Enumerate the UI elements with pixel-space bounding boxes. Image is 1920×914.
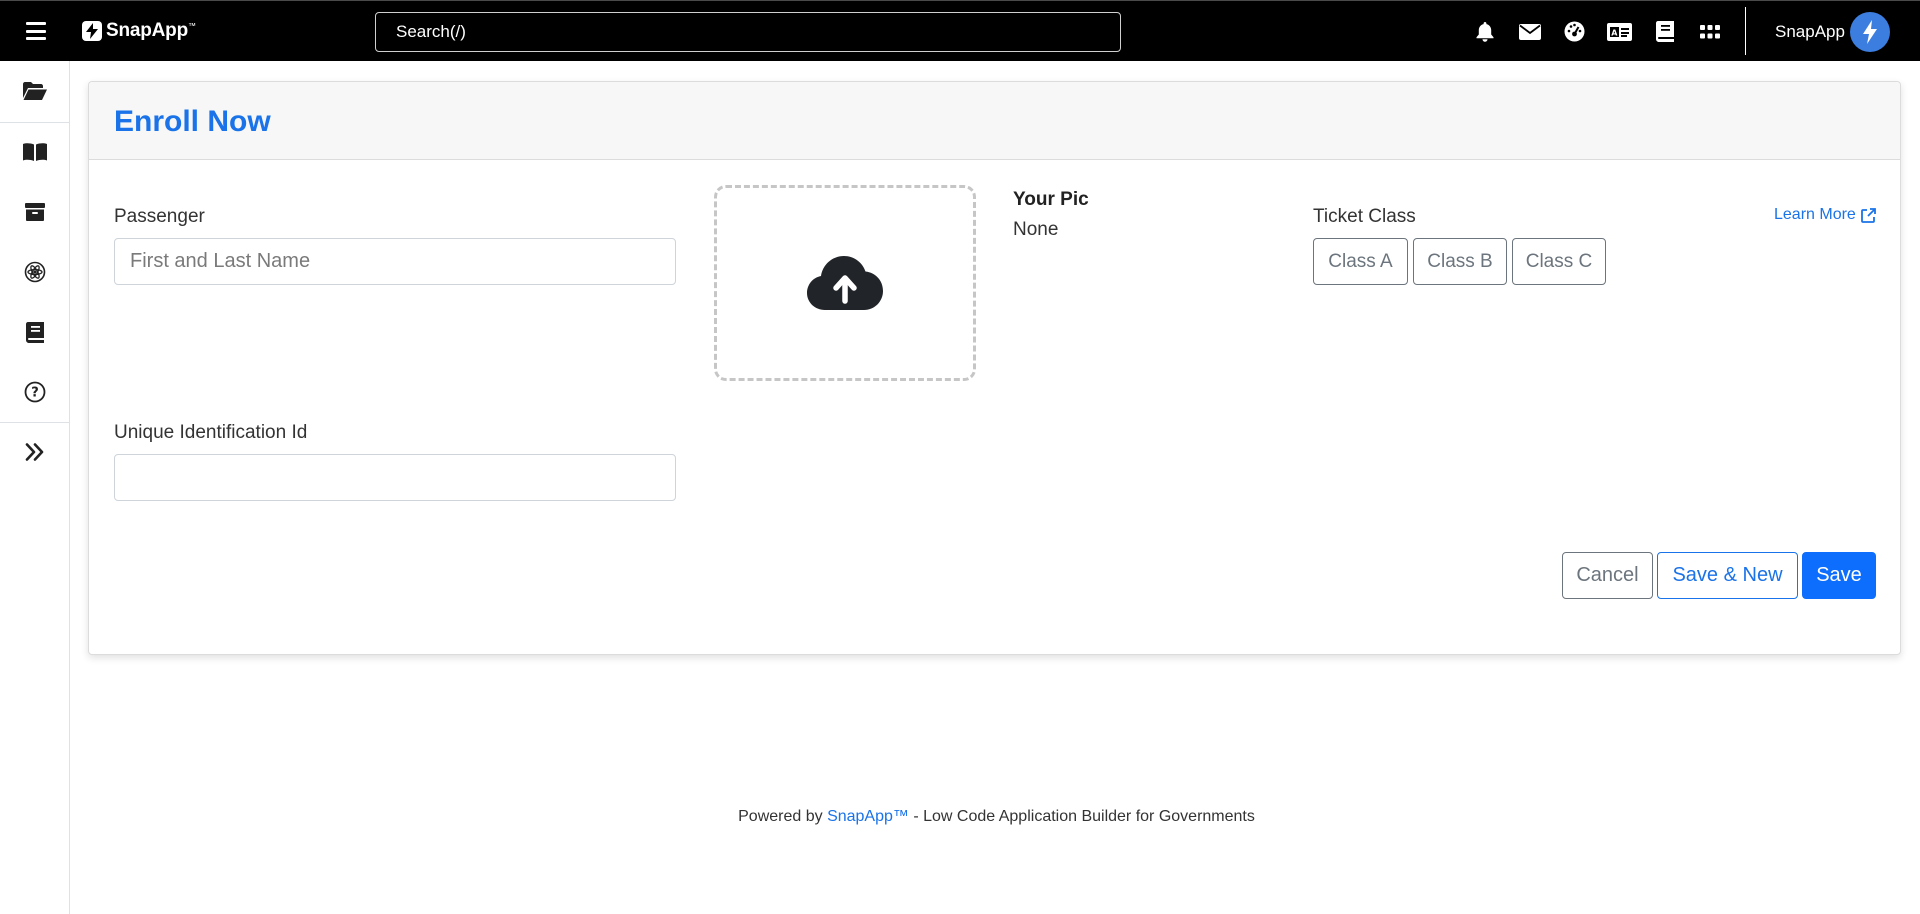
id-card-icon[interactable]: A <box>1607 19 1632 44</box>
help-circle-icon: ? <box>24 381 46 403</box>
sidebar-divider <box>0 122 70 123</box>
book-icon <box>26 321 44 343</box>
avatar[interactable] <box>1850 12 1890 52</box>
svg-text:A: A <box>1611 28 1618 37</box>
top-icon-group: A <box>1472 19 1722 44</box>
sidebar-expand-button[interactable] <box>0 432 70 472</box>
svg-text:?: ? <box>31 386 39 401</box>
footer-brand-link[interactable]: SnapApp™ <box>827 808 909 825</box>
double-chevron-right-icon <box>25 443 44 461</box>
footer: Powered by SnapApp™ - Low Code Applicati… <box>0 808 1920 826</box>
dashboard-icon[interactable] <box>1562 19 1587 44</box>
cloud-upload-icon <box>807 256 883 310</box>
external-link-icon <box>1860 207 1876 223</box>
lightning-icon <box>1863 20 1877 44</box>
pic-label: Your Pic <box>1013 189 1089 210</box>
passenger-label: Passenger <box>114 206 205 227</box>
archive-icon <box>25 203 45 221</box>
sidebar-divider <box>0 422 70 423</box>
sidebar-item-docs[interactable] <box>0 312 70 352</box>
photo-upload-dropzone[interactable] <box>714 185 976 381</box>
sidebar-item-archive[interactable] <box>0 192 70 232</box>
ticket-class-a-button[interactable]: Class A <box>1313 238 1408 285</box>
footer-suffix: - Low Code Application Builder for Gover… <box>908 808 1255 825</box>
cancel-button[interactable]: Cancel <box>1562 552 1653 599</box>
card-header: Enroll Now <box>89 82 1900 160</box>
book-icon[interactable] <box>1652 19 1677 44</box>
lightning-logo-icon <box>82 21 102 41</box>
page-title: Enroll Now <box>114 105 271 138</box>
app-logo[interactable]: SnapApp™ <box>82 20 196 42</box>
logo-text: SnapApp™ <box>106 20 196 41</box>
learn-more-label: Learn More <box>1774 206 1856 223</box>
sidebar-item-science[interactable] <box>0 252 70 292</box>
ticket-class-b-button[interactable]: Class B <box>1413 238 1507 285</box>
uid-input[interactable] <box>114 454 676 501</box>
apps-grid-icon[interactable] <box>1697 19 1722 44</box>
user-name[interactable]: SnapApp <box>1775 22 1845 42</box>
search-input[interactable] <box>375 12 1121 52</box>
folder-open-icon <box>23 82 47 100</box>
envelope-icon[interactable] <box>1517 19 1542 44</box>
hamburger-menu-icon[interactable] <box>26 22 46 40</box>
book-open-icon <box>23 143 47 161</box>
sidebar-item-library[interactable] <box>0 132 70 172</box>
uid-label: Unique Identification Id <box>114 422 308 443</box>
save-button[interactable]: Save <box>1802 552 1876 599</box>
learn-more-link[interactable]: Learn More <box>1774 206 1876 224</box>
sidebar: ? <box>0 61 70 914</box>
pic-value: None <box>1013 219 1059 240</box>
sidebar-item-help[interactable]: ? <box>0 372 70 412</box>
passenger-input[interactable] <box>114 238 676 285</box>
enroll-form-card: Enroll Now Passenger Your Pic None Ticke… <box>88 81 1901 655</box>
atom-icon <box>24 261 46 283</box>
sidebar-item-folders[interactable] <box>0 71 70 111</box>
ticket-class-c-button[interactable]: Class C <box>1512 238 1606 285</box>
save-and-new-button[interactable]: Save & New <box>1657 552 1798 599</box>
bell-icon[interactable] <box>1472 19 1497 44</box>
ticket-class-label: Ticket Class <box>1313 206 1416 227</box>
footer-prefix: Powered by <box>738 808 828 825</box>
top-navbar: SnapApp™ A SnapApp <box>0 0 1920 61</box>
header-divider <box>1745 7 1746 55</box>
